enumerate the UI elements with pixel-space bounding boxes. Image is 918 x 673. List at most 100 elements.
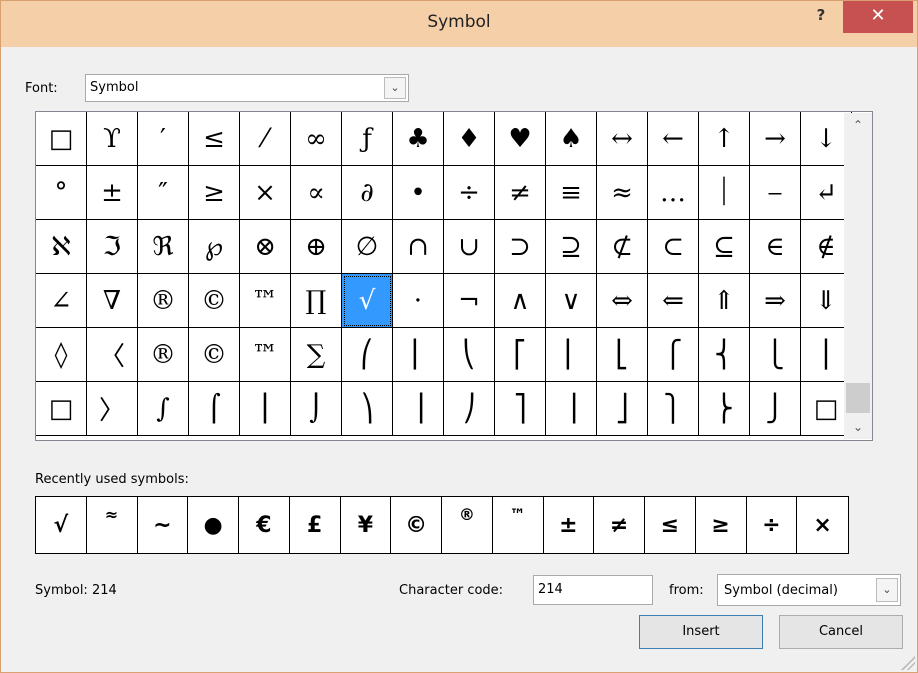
cancel-button[interactable]: Cancel — [779, 615, 903, 649]
recent-symbol-cell[interactable]: ≥ — [696, 497, 747, 553]
scroll-thumb[interactable] — [846, 383, 870, 413]
recent-symbol-cell[interactable]: × — [797, 497, 848, 553]
recent-symbol-cell[interactable]: ≤ — [645, 497, 696, 553]
symbol-cell[interactable]: ⎦ — [597, 382, 648, 436]
symbol-cell[interactable]: © — [189, 328, 240, 382]
symbol-cell[interactable]: ™ — [240, 328, 291, 382]
recent-symbol-cell[interactable]: ≠ — [594, 497, 645, 553]
font-dropdown[interactable]: Symbol ⌄ — [85, 74, 409, 102]
symbol-cell[interactable]: ∇ — [87, 274, 138, 328]
recent-symbol-cell[interactable]: ± — [544, 497, 595, 553]
scroll-up-icon[interactable]: ⌃ — [844, 113, 872, 137]
recent-symbol-cell[interactable]: ¥ — [341, 497, 392, 553]
symbol-cell[interactable]: ∩ — [393, 220, 444, 274]
symbol-cell[interactable]: ⎢ — [546, 328, 597, 382]
symbol-cell[interactable]: ÷ — [444, 166, 495, 220]
symbol-cell[interactable]: ′ — [138, 112, 189, 166]
recent-symbol-cell[interactable]: © — [391, 497, 442, 553]
symbol-cell[interactable]: ∫ — [138, 382, 189, 436]
scroll-down-icon[interactable]: ⌄ — [844, 415, 872, 439]
recent-symbol-cell[interactable]: ● — [188, 497, 239, 553]
symbol-cell[interactable]: ⊗ — [240, 220, 291, 274]
symbol-cell[interactable]: □ — [36, 382, 87, 436]
recent-symbol-cell[interactable]: € — [239, 497, 290, 553]
recent-symbol-cell[interactable]: ® — [442, 497, 493, 553]
symbol-cell[interactable]: ⎥ — [546, 382, 597, 436]
symbol-cell[interactable]: ℵ — [36, 220, 87, 274]
symbol-cell[interactable]: ← — [648, 112, 699, 166]
symbol-cell[interactable]: ® — [138, 274, 189, 328]
symbol-cell[interactable]: ≠ — [495, 166, 546, 220]
symbol-cell[interactable]: ⊂ — [648, 220, 699, 274]
symbol-cell[interactable]: ¬ — [444, 274, 495, 328]
symbol-cell[interactable]: ⊃ — [495, 220, 546, 274]
symbol-cell[interactable]: ≈ — [597, 166, 648, 220]
symbol-cell[interactable]: ⎮ — [240, 382, 291, 436]
symbol-cell[interactable]: ⎠ — [444, 382, 495, 436]
symbol-cell[interactable]: ◊ — [36, 328, 87, 382]
symbol-cell[interactable]: ≤ — [189, 112, 240, 166]
symbol-cell[interactable]: ⊕ — [291, 220, 342, 274]
symbol-cell[interactable]: ♥ — [495, 112, 546, 166]
chevron-down-icon[interactable]: ⌄ — [384, 77, 406, 99]
symbol-cell[interactable]: ∅ — [342, 220, 393, 274]
symbol-cell[interactable]: ⎤ — [495, 382, 546, 436]
symbol-cell[interactable]: ∧ — [495, 274, 546, 328]
symbol-cell[interactable]: ⎟ — [393, 382, 444, 436]
help-button[interactable]: ? — [801, 1, 841, 33]
symbol-cell[interactable]: ⇐ — [648, 274, 699, 328]
symbol-cell[interactable]: ⎯ — [750, 166, 801, 220]
symbol-cell-selected[interactable]: √ — [342, 274, 393, 328]
symbol-cell[interactable]: © — [189, 274, 240, 328]
symbol-cell[interactable]: • — [393, 166, 444, 220]
symbol-cell[interactable]: ∞ — [291, 112, 342, 166]
symbol-cell[interactable]: … — [648, 166, 699, 220]
title-bar[interactable]: Symbol ? ✕ — [1, 1, 917, 47]
symbol-cell[interactable]: ⎨ — [699, 328, 750, 382]
symbol-cell[interactable]: ⇔ — [597, 274, 648, 328]
symbol-cell[interactable]: ⊇ — [546, 220, 597, 274]
symbol-cell[interactable]: 〉 — [87, 382, 138, 436]
symbol-cell[interactable]: ♣ — [393, 112, 444, 166]
symbol-cell[interactable]: ↔ — [597, 112, 648, 166]
symbol-cell[interactable]: ⎩ — [750, 328, 801, 382]
symbol-cell[interactable]: □ — [36, 112, 87, 166]
recent-symbol-cell[interactable]: ™ — [493, 497, 544, 553]
symbol-cell[interactable]: × — [240, 166, 291, 220]
symbol-cell[interactable]: ± — [87, 166, 138, 220]
symbol-cell[interactable]: ® — [138, 328, 189, 382]
symbol-cell[interactable]: ℑ — [87, 220, 138, 274]
symbol-cell[interactable]: ⎡ — [495, 328, 546, 382]
symbol-cell[interactable]: ⎧ — [648, 328, 699, 382]
symbol-cell[interactable]: ⊄ — [597, 220, 648, 274]
symbol-cell[interactable]: ≥ — [189, 166, 240, 220]
recent-symbol-cell[interactable]: ~ — [138, 497, 189, 553]
symbol-cell[interactable]: ⇑ — [699, 274, 750, 328]
symbol-cell[interactable]: ≡ — [546, 166, 597, 220]
symbol-cell[interactable]: ∝ — [291, 166, 342, 220]
recent-symbol-cell[interactable]: £ — [290, 497, 341, 553]
resize-grip-icon[interactable] — [901, 656, 915, 670]
symbol-cell[interactable]: ∂ — [342, 166, 393, 220]
symbol-cell[interactable]: ♦ — [444, 112, 495, 166]
symbol-cell[interactable]: 〈 — [87, 328, 138, 382]
symbol-cell[interactable]: ⏐ — [699, 166, 750, 220]
symbol-cell[interactable]: ⎣ — [597, 328, 648, 382]
symbol-cell[interactable]: ƒ — [342, 112, 393, 166]
symbol-cell[interactable]: ° — [36, 166, 87, 220]
close-button[interactable]: ✕ — [843, 1, 913, 33]
recent-symbol-cell[interactable]: ÷ — [747, 497, 798, 553]
symbol-cell[interactable]: ∨ — [546, 274, 597, 328]
insert-button[interactable]: Insert — [639, 615, 763, 649]
symbol-cell[interactable]: ∪ — [444, 220, 495, 274]
grid-scrollbar[interactable]: ⌃ ⌄ — [844, 113, 872, 439]
symbol-cell[interactable]: ℜ — [138, 220, 189, 274]
symbol-cell[interactable]: ⊆ — [699, 220, 750, 274]
symbol-cell[interactable]: ∈ — [750, 220, 801, 274]
symbol-cell[interactable]: ⌠ — [189, 382, 240, 436]
symbol-cell[interactable]: ⎛ — [342, 328, 393, 382]
chevron-down-icon[interactable]: ⌄ — [876, 578, 898, 602]
recent-symbol-cell[interactable]: √ — [36, 497, 87, 553]
symbol-cell[interactable]: ∑ — [291, 328, 342, 382]
symbol-cell[interactable]: ⌡ — [291, 382, 342, 436]
